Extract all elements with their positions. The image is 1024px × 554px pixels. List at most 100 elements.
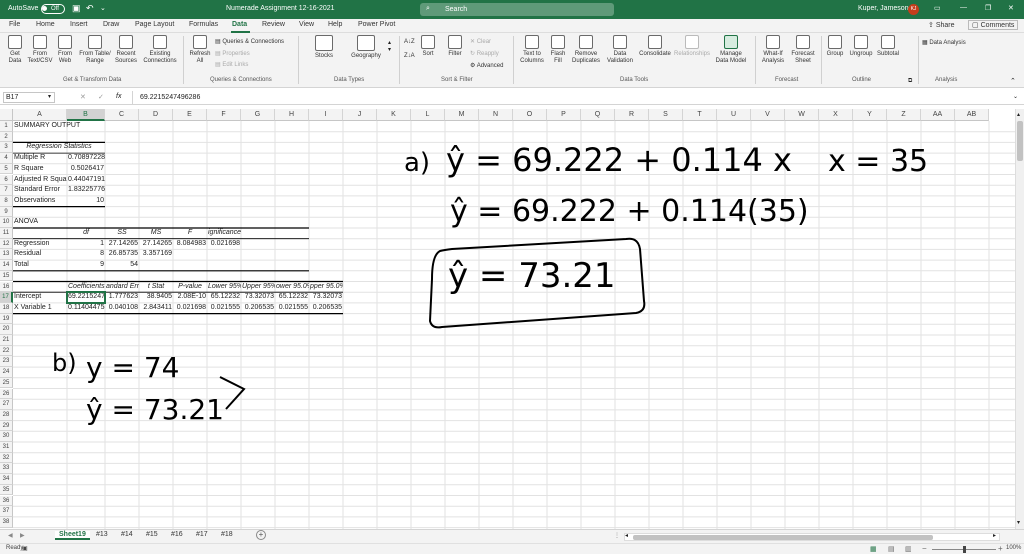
tab-power-pivot[interactable]: Power Pivot — [358, 21, 395, 28]
collapse-ribbon-icon[interactable]: ⌃ — [1010, 77, 1016, 85]
stocks-button[interactable]: Stocks — [308, 35, 340, 60]
insert-function-button[interactable]: fx — [116, 93, 121, 100]
geography-button[interactable]: Geography — [346, 35, 386, 60]
manage-data-model-button[interactable]: Manage Data Model — [712, 35, 750, 65]
properties-button[interactable]: ▤ Properties — [215, 50, 250, 57]
scroll-up-icon[interactable]: ▴ — [1017, 111, 1020, 118]
from-web-button[interactable]: From Web — [55, 35, 75, 65]
page-break-view-icon[interactable]: ▥ — [905, 545, 912, 553]
search-icon: ⌕ — [426, 5, 430, 12]
group-label-data-types: Data Types — [334, 77, 365, 83]
tab-data[interactable]: Data — [232, 21, 247, 28]
scroll-left-icon[interactable]: ◂ — [625, 532, 628, 539]
data-validation-button[interactable]: Data Validation — [603, 35, 637, 65]
sheet-tab-13[interactable]: #13 — [96, 531, 108, 538]
horizontal-scrollbar[interactable] — [624, 533, 1000, 541]
worksheet-grid[interactable]: A B C D E F G H I J K L M N O P Q R S T U V W X Y Z AA AB 123456789… — [0, 109, 1015, 529]
flash-fill-button[interactable]: Flash Fill — [548, 35, 568, 65]
tab-review[interactable]: Review — [262, 21, 285, 28]
advanced-filter-button[interactable]: ⚙ Advanced — [470, 62, 503, 69]
outline-launcher-icon[interactable]: ⧉ — [908, 78, 912, 85]
table-icon — [88, 35, 102, 49]
tab-draw[interactable]: Draw — [103, 21, 119, 28]
sheet-tab-14[interactable]: #14 — [121, 531, 133, 538]
add-sheet-icon[interactable]: + — [256, 530, 266, 540]
zoom-in-icon[interactable]: + — [998, 544, 1003, 553]
tab-file[interactable]: File — [9, 21, 20, 28]
forecast-sheet-button[interactable]: Forecast Sheet — [788, 35, 818, 65]
vscroll-thumb[interactable] — [1017, 121, 1023, 161]
reapply-button[interactable]: ↻ Reapply — [470, 50, 499, 57]
status-ready: Ready — [6, 545, 24, 551]
tab-view[interactable]: View — [299, 21, 314, 28]
tab-formulas[interactable]: Formulas — [189, 21, 218, 28]
sort-az-button[interactable]: A↓Z — [404, 39, 415, 45]
share-button[interactable]: ⇪ Share — [928, 21, 955, 29]
tab-home[interactable]: Home — [36, 21, 55, 28]
data-analysis-button[interactable]: ▦ Data Analysis — [922, 39, 966, 46]
sort-button[interactable]: Sort — [418, 35, 438, 58]
tab-split-handle-icon[interactable]: ⋮ — [614, 532, 620, 539]
name-box-dropdown-icon[interactable]: ▾ — [48, 93, 51, 100]
next-sheet-icon[interactable]: ▶ — [20, 532, 25, 539]
sort-za-button[interactable]: Z↓A — [404, 53, 415, 59]
undo-icon[interactable]: ↶ — [86, 3, 94, 14]
from-table-range-button[interactable]: From Table/ Range — [76, 35, 114, 65]
from-text-csv-button[interactable]: From Text/CSV — [26, 35, 54, 65]
what-if-analysis-button[interactable]: What-If Analysis — [758, 35, 788, 65]
sheet-tab-18[interactable]: #18 — [221, 531, 233, 538]
refresh-all-button[interactable]: Refresh All — [188, 35, 212, 65]
existing-connections-button[interactable]: Existing Connections — [140, 35, 180, 65]
vertical-scrollbar[interactable]: ▴ ▾ — [1015, 109, 1024, 529]
hscroll-thumb[interactable] — [633, 535, 933, 540]
close-icon[interactable]: ✕ — [1008, 4, 1014, 12]
hw-prediction-result: ŷ = 73.21 — [448, 256, 616, 296]
filter-button[interactable]: Filter — [444, 35, 466, 58]
user-name: Kuper, Jameson — [858, 5, 909, 12]
relationships-button[interactable]: Relationships — [674, 35, 710, 58]
get-data-button[interactable]: Get Data — [4, 35, 26, 65]
ribbon-display-icon[interactable]: ▭ — [934, 4, 941, 12]
subtotal-button[interactable]: Subtotal — [875, 35, 901, 58]
tab-insert[interactable]: Insert — [70, 21, 88, 28]
queries-connections-button[interactable]: ▤ Queries & Connections — [215, 38, 284, 45]
prev-sheet-icon[interactable]: ◀ — [8, 532, 13, 539]
recent-sources-button[interactable]: Recent Sources — [113, 35, 139, 65]
search-box[interactable]: ⌕ Search — [420, 3, 614, 16]
formula-input[interactable]: 69.2215247496286 — [140, 94, 200, 101]
comments-button[interactable]: ▢ Comments — [968, 20, 1019, 30]
avatar[interactable]: KJ — [908, 4, 919, 15]
scroll-right-icon[interactable]: ▸ — [993, 532, 996, 539]
zoom-out-icon[interactable]: − — [922, 544, 927, 553]
group-button[interactable]: Group — [823, 35, 847, 58]
sheet-tab-16[interactable]: #16 — [171, 531, 183, 538]
tab-page-layout[interactable]: Page Layout — [135, 21, 174, 28]
normal-view-icon[interactable]: ▦ — [870, 545, 877, 553]
zoom-level[interactable]: 100% — [1006, 545, 1021, 551]
connections-icon — [153, 35, 167, 49]
minimize-icon[interactable]: — — [960, 4, 967, 11]
expand-formula-bar-icon[interactable]: ⌄ — [1013, 93, 1018, 100]
edit-links-button[interactable]: ▤ Edit Links — [215, 61, 248, 68]
tab-help[interactable]: Help — [328, 21, 342, 28]
sheet-tab-15[interactable]: #15 — [146, 531, 158, 538]
consolidate-button[interactable]: Consolidate — [637, 35, 673, 58]
ungroup-button[interactable]: Ungroup — [847, 35, 875, 58]
zoom-slider-knob[interactable] — [963, 546, 966, 553]
save-icon[interactable]: ▣ — [72, 3, 81, 14]
restore-icon[interactable]: ❐ — [985, 4, 991, 12]
sheet-tab-17[interactable]: #17 — [196, 531, 208, 538]
macro-record-icon[interactable]: ▣ — [22, 545, 28, 552]
sheet-tab-sheet19[interactable]: Sheet19 — [55, 531, 90, 540]
cancel-icon[interactable]: ✕ — [80, 93, 86, 101]
qat-dropdown-icon[interactable]: ⌄ — [100, 4, 106, 12]
data-types-gallery-scroll[interactable]: ▴ ▾ — [388, 39, 391, 53]
clear-filter-button[interactable]: ✕ Clear — [470, 38, 491, 45]
enter-icon[interactable]: ✓ — [98, 93, 104, 101]
scroll-down-icon[interactable]: ▾ — [1017, 519, 1020, 526]
separator — [298, 36, 299, 84]
remove-duplicates-button[interactable]: Remove Duplicates — [569, 35, 603, 65]
web-icon — [58, 35, 72, 49]
text-to-columns-button[interactable]: Text to Columns — [518, 35, 546, 65]
page-layout-view-icon[interactable]: ▤ — [888, 545, 895, 553]
